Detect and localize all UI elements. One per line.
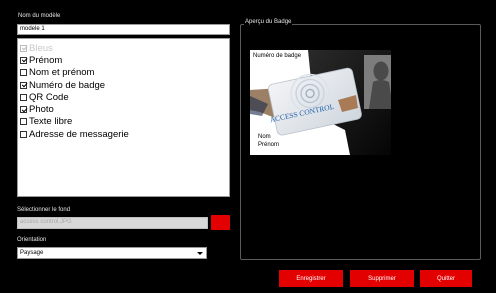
fields-checklist: Bleus Prénom Nom et prénom Numéro de badge Q… bbox=[17, 38, 230, 197]
background-label: Sélectionner le fond bbox=[17, 207, 71, 213]
field-checkbox[interactable] bbox=[20, 93, 27, 101]
field-option-label: Texte libre bbox=[29, 116, 73, 128]
field-checkbox bbox=[20, 44, 27, 52]
delete-button[interactable]: Supprimer bbox=[350, 270, 414, 287]
field-option[interactable]: Numéro de badge bbox=[20, 79, 227, 91]
field-option[interactable]: Prénom bbox=[20, 54, 227, 66]
person-silhouette-icon bbox=[369, 61, 391, 109]
model-name-input[interactable]: modele 1 bbox=[17, 24, 230, 35]
field-option-label: Photo bbox=[29, 104, 54, 116]
orientation-value: Paysage bbox=[20, 250, 44, 256]
badge-nom-field: Nom bbox=[258, 134, 271, 140]
field-option-label: Nom et prénom bbox=[29, 67, 95, 79]
field-checkbox[interactable] bbox=[20, 106, 27, 114]
field-option-label: Bleus bbox=[29, 42, 53, 54]
field-checkbox[interactable] bbox=[20, 81, 27, 89]
model-name-label: Nom du modèle bbox=[18, 13, 61, 19]
field-checkbox[interactable] bbox=[20, 69, 27, 77]
quit-button[interactable]: Quitter bbox=[420, 270, 472, 287]
field-option-label: Prénom bbox=[29, 54, 63, 66]
background-file-input: access control.JPG bbox=[17, 217, 208, 229]
save-button[interactable]: Enregistrer bbox=[279, 270, 343, 287]
badge-preview-label: Aperçu du Badge bbox=[244, 19, 293, 25]
field-option[interactable]: Nom et prénom bbox=[20, 67, 227, 79]
field-checkbox[interactable] bbox=[20, 130, 27, 138]
field-option[interactable]: Photo bbox=[20, 103, 227, 115]
orientation-select[interactable]: Paysage bbox=[17, 247, 207, 259]
field-option[interactable]: Adresse de messagerie bbox=[20, 128, 227, 140]
background-browse-button[interactable] bbox=[211, 215, 230, 230]
orientation-label: Orientation bbox=[17, 237, 47, 243]
field-checkbox[interactable] bbox=[20, 118, 27, 126]
field-option[interactable]: Texte libre bbox=[20, 116, 227, 128]
field-option-label: Adresse de messagerie bbox=[29, 128, 129, 140]
field-option-label: Numéro de badge bbox=[29, 79, 106, 91]
field-option: Bleus bbox=[20, 42, 227, 54]
badge-prenom-field: Prénom bbox=[258, 142, 280, 148]
badge-preview: ACCESS CONTROL Numéro de badge Nom Préno… bbox=[250, 50, 391, 155]
field-option-label: QR Code bbox=[29, 91, 69, 103]
photo-placeholder bbox=[364, 55, 391, 109]
badge-number-field: Numéro de badge bbox=[253, 53, 302, 59]
field-option[interactable]: QR Code bbox=[20, 91, 227, 103]
chevron-down-icon[interactable] bbox=[197, 252, 203, 255]
field-checkbox[interactable] bbox=[20, 56, 27, 64]
